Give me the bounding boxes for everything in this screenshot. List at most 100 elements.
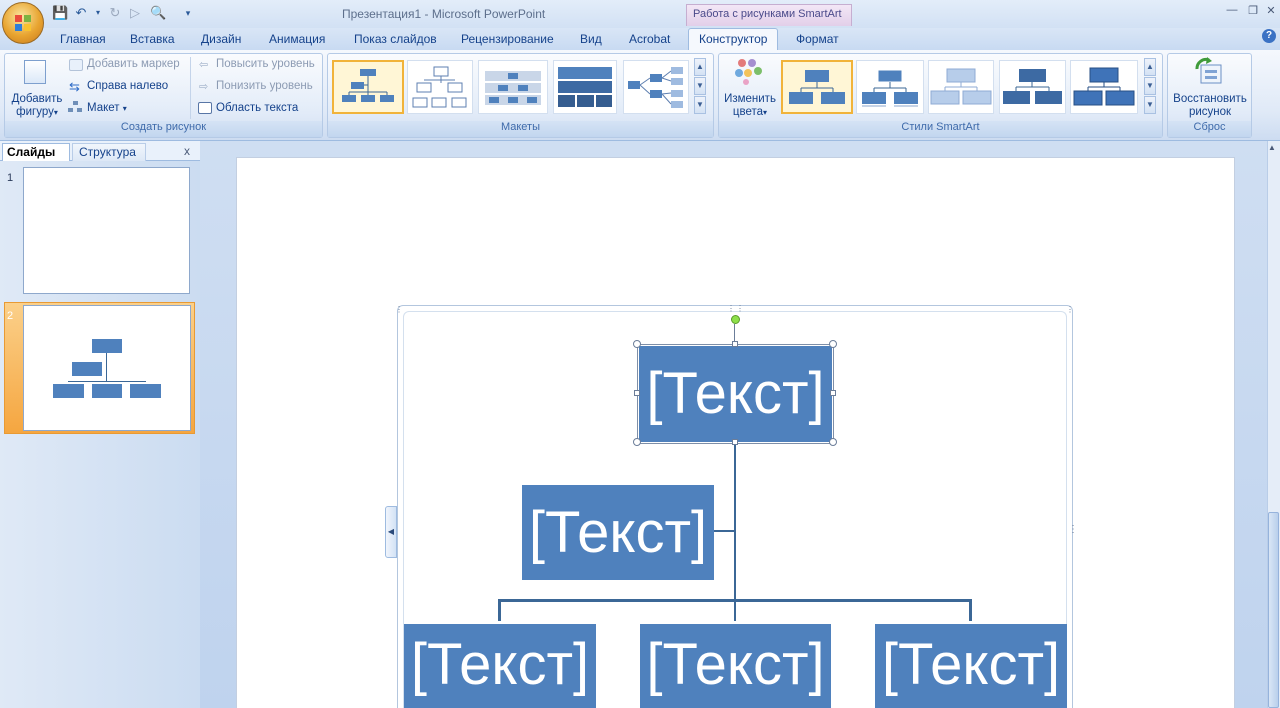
office-logo-icon bbox=[15, 15, 31, 31]
resize-handle[interactable] bbox=[829, 438, 837, 446]
tab-smartart-format[interactable]: Формат bbox=[796, 32, 839, 50]
layouts-more[interactable]: ▼ bbox=[694, 96, 706, 114]
reset-graphic-button[interactable]: Восстановить рисунок bbox=[1171, 93, 1249, 119]
connector-assistant bbox=[714, 530, 735, 532]
tab-outline[interactable]: Структура bbox=[72, 143, 146, 161]
slide-number: 2 bbox=[7, 310, 14, 322]
panel-close-icon[interactable]: x bbox=[184, 144, 190, 158]
resize-handle[interactable] bbox=[830, 390, 836, 396]
style-gallery-item-white-outline[interactable] bbox=[856, 60, 924, 114]
smartart-shape-assistant[interactable]: [Текст] bbox=[522, 485, 714, 580]
resize-handle[interactable] bbox=[829, 340, 837, 348]
document-title: Презентация1 - Microsoft PowerPoint bbox=[342, 7, 546, 21]
tab-slides[interactable]: Слайды bbox=[2, 143, 70, 161]
resize-handle[interactable] bbox=[732, 341, 738, 347]
smartart-shape-child[interactable]: [Текст] bbox=[404, 624, 596, 708]
restore-icon[interactable]: ❐ bbox=[1246, 4, 1260, 18]
right-to-left-button[interactable]: Справа налево bbox=[87, 80, 168, 92]
text-pane-toggle-icon[interactable]: ◀ bbox=[385, 506, 397, 558]
close-icon[interactable]: ✕ bbox=[1264, 4, 1278, 18]
add-bullet-button[interactable]: Добавить маркер bbox=[87, 58, 180, 70]
layout-gallery-item-hierarchy-outline[interactable] bbox=[407, 60, 473, 114]
org-chart-layout-icon bbox=[342, 69, 394, 102]
thumb-connector bbox=[106, 353, 107, 381]
frame-top-grip-icon[interactable]: ⋮⋮ bbox=[727, 304, 745, 313]
layout-gallery-item-block-hierarchy[interactable] bbox=[553, 60, 617, 114]
demote-button[interactable]: Понизить уровень bbox=[216, 80, 313, 92]
change-colors-icon bbox=[735, 59, 762, 85]
tab-design[interactable]: Дизайн bbox=[201, 32, 241, 50]
tab-view[interactable]: Вид bbox=[580, 32, 602, 50]
thumb-connector bbox=[68, 381, 146, 382]
add-shape-label-line2: фигуру bbox=[16, 106, 54, 118]
horizontal-hierarchy-layout-icon bbox=[628, 67, 683, 108]
text-pane-button[interactable]: Область текста bbox=[216, 102, 298, 114]
style-gallery-item-bevel[interactable] bbox=[999, 60, 1066, 114]
thumb-box bbox=[53, 384, 84, 398]
undo-icon[interactable]: ↶ bbox=[73, 5, 89, 21]
tab-insert[interactable]: Вставка bbox=[130, 32, 175, 50]
thumb-box bbox=[130, 384, 161, 398]
dropdown-arrow-icon: ▾ bbox=[763, 108, 768, 117]
resize-handle[interactable] bbox=[633, 438, 641, 446]
layout-gallery-item-table-hierarchy[interactable] bbox=[478, 60, 548, 114]
layout-gallery-item-org-chart[interactable] bbox=[332, 60, 404, 114]
connector-right bbox=[969, 599, 972, 621]
customize-qat-icon[interactable]: ▾ bbox=[180, 5, 196, 21]
play-icon[interactable]: ▷ bbox=[127, 5, 143, 21]
frame-corner-icon[interactable]: ⋮ bbox=[395, 305, 403, 314]
scroll-up-icon[interactable]: ▲ bbox=[1268, 143, 1276, 152]
print-preview-icon[interactable]: 🔍 bbox=[150, 5, 166, 21]
layouts-scroll-down[interactable]: ▼ bbox=[694, 77, 706, 95]
reset-graphic-label-line2: рисунок bbox=[1188, 106, 1232, 118]
bullet-icon bbox=[69, 59, 83, 71]
slide-thumbnail-2[interactable] bbox=[23, 305, 191, 431]
rotation-handle[interactable] bbox=[731, 315, 740, 324]
style-gallery-item-light-gradient[interactable] bbox=[928, 60, 994, 114]
tab-review[interactable]: Рецензирование bbox=[461, 32, 554, 50]
connector-vertical bbox=[734, 443, 736, 621]
slide-thumbnail-1[interactable] bbox=[23, 167, 190, 294]
add-shape-label-line1: Добавить bbox=[11, 93, 63, 105]
office-button[interactable] bbox=[2, 2, 44, 44]
style-gallery-item-simple-fill[interactable] bbox=[781, 60, 853, 114]
undo-dropdown-icon[interactable]: ▾ bbox=[90, 5, 106, 21]
group-label-reset: Сброс bbox=[1168, 121, 1251, 137]
tab-animation[interactable]: Анимация bbox=[269, 32, 325, 50]
styles-scroll-down[interactable]: ▼ bbox=[1144, 77, 1156, 95]
layout-button[interactable]: Макет ▾ bbox=[87, 102, 127, 114]
layouts-scroll-up[interactable]: ▲ bbox=[694, 58, 706, 76]
redo-icon[interactable]: ↻ bbox=[107, 5, 123, 21]
styles-more[interactable]: ▼ bbox=[1144, 96, 1156, 114]
resize-handle[interactable] bbox=[633, 340, 641, 348]
promote-arrow-icon: ⇦ bbox=[199, 59, 209, 71]
smartart-shape-child[interactable]: [Текст] bbox=[875, 624, 1067, 708]
scrollbar-thumb[interactable] bbox=[1268, 512, 1279, 708]
help-icon[interactable]: ? bbox=[1262, 29, 1276, 43]
style-gallery-item-3d[interactable] bbox=[1070, 60, 1138, 114]
frame-right-grip-icon[interactable]: ⋮ bbox=[1068, 524, 1078, 535]
layout-gallery-item-horizontal-hierarchy[interactable] bbox=[623, 60, 689, 114]
resize-handle[interactable] bbox=[732, 439, 738, 445]
styles-scroll-up[interactable]: ▲ bbox=[1144, 58, 1156, 76]
change-colors-button[interactable]: Изменить цвета▾ bbox=[722, 93, 778, 119]
hierarchy-outline-layout-icon bbox=[412, 66, 467, 108]
minimize-icon[interactable]: — bbox=[1225, 4, 1239, 18]
add-shape-button[interactable]: Добавить фигуру▾ bbox=[9, 93, 65, 119]
group-label-create-graphic: Создать рисунок bbox=[5, 121, 322, 137]
dropdown-arrow-icon: ▾ bbox=[53, 108, 58, 117]
connector-left bbox=[498, 599, 501, 621]
resize-handle[interactable] bbox=[634, 390, 640, 396]
tab-home[interactable]: Главная bbox=[60, 32, 106, 50]
style-light-gradient-icon bbox=[930, 68, 992, 105]
tab-acrobat[interactable]: Acrobat bbox=[629, 32, 670, 50]
promote-button[interactable]: Повысить уровень bbox=[216, 58, 315, 70]
add-shape-icon bbox=[24, 60, 46, 84]
save-icon[interactable]: 💾 bbox=[52, 5, 68, 21]
frame-corner-icon[interactable]: ⋮ bbox=[1066, 305, 1074, 314]
right-to-left-icon: ⇆ bbox=[69, 79, 80, 94]
tab-smartart-design[interactable]: Конструктор bbox=[699, 32, 767, 50]
group-separator bbox=[190, 57, 191, 119]
tab-slideshow[interactable]: Показ слайдов bbox=[354, 32, 437, 50]
smartart-shape-child[interactable]: [Текст] bbox=[640, 624, 831, 708]
